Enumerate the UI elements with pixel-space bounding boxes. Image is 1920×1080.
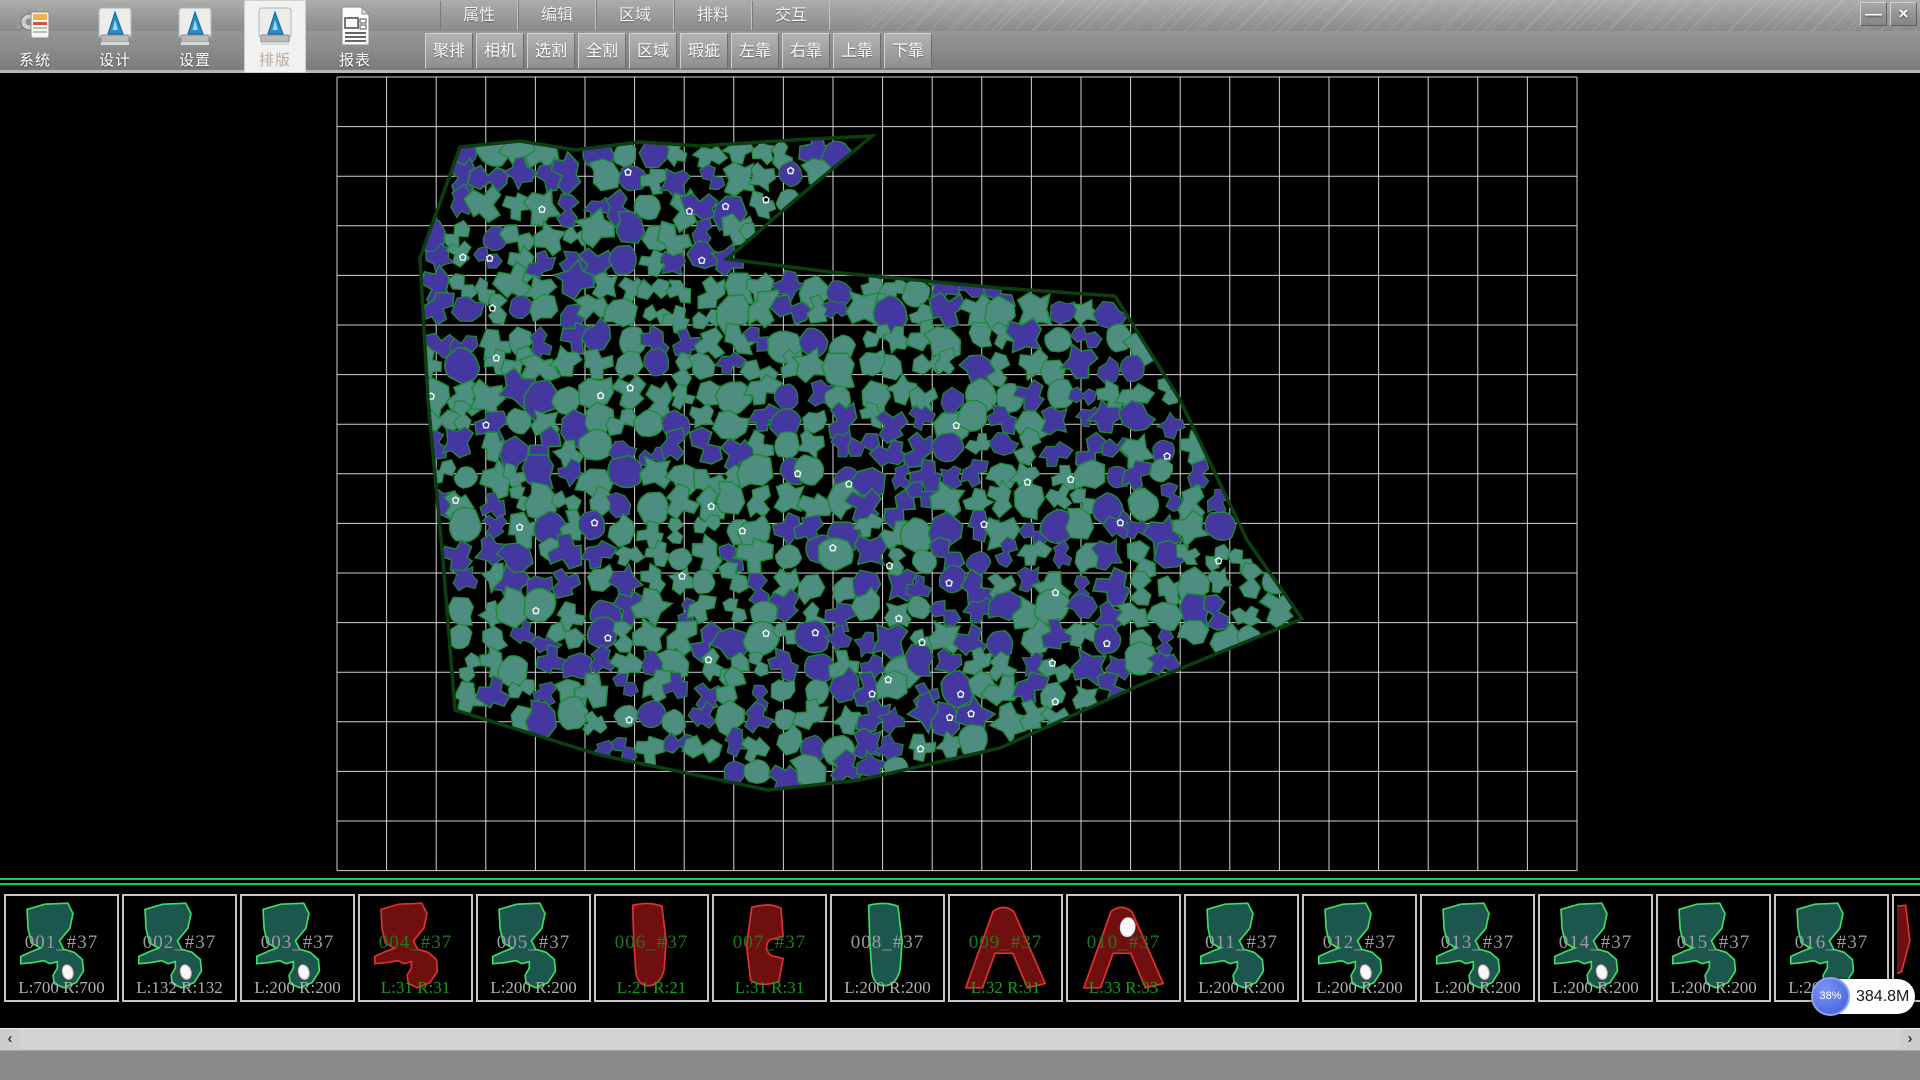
titlebar-grip-texture	[860, 0, 1920, 31]
piece-thumbnail-4[interactable]: 004_#37 L:31 R:31	[358, 894, 473, 1002]
menu-tab-0[interactable]: 属性	[440, 1, 518, 30]
nav-button-settings[interactable]: 设置	[164, 0, 226, 73]
piece-lr-count: L:200 R:200	[1422, 978, 1533, 998]
piece-thumbnail-9[interactable]: 009_#37 L:32 R:31	[948, 894, 1063, 1002]
window-controls: — ×	[1860, 2, 1917, 26]
piece-name: 012_#37	[1304, 932, 1415, 954]
nav-label-nesting: 排版	[244, 49, 306, 70]
piece-name: 016_#37	[1776, 932, 1887, 954]
piece-name: 011_#37	[1186, 932, 1297, 954]
nav-label-settings: 设置	[164, 49, 226, 70]
piece-name: 007_#37	[714, 932, 825, 954]
set-square-icon	[253, 4, 297, 48]
tool-button-row: 聚排相机选割全割区域瑕疵左靠右靠上靠下靠	[425, 33, 932, 69]
tool-button-7[interactable]: 右靠	[782, 33, 830, 69]
piece-thumbnail-2[interactable]: 002_#37 L:132 R:132	[122, 894, 237, 1002]
tool-button-1[interactable]: 相机	[476, 33, 524, 69]
nav-button-nesting[interactable]: 排版	[244, 0, 306, 73]
piece-name: 015_#37	[1658, 932, 1769, 954]
piece-lr-count: L:21 R:21	[596, 978, 707, 998]
memory-status-pill: 38% 384.8M	[1812, 979, 1915, 1014]
piece-name: 014_#37	[1540, 932, 1651, 954]
piece-name: 005_#37	[478, 932, 589, 954]
piece-name: 001_#37	[6, 932, 117, 954]
tool-button-4[interactable]: 区域	[629, 33, 677, 69]
piece-lr-count: L:200 R:200	[1658, 978, 1769, 998]
piece-name: 002_#37	[124, 932, 235, 954]
memory-usage-label: 384.8M	[1856, 979, 1909, 1014]
piece-thumbnail-7[interactable]: 007_#37 L:31 R:31	[712, 894, 827, 1002]
piece-name: 004_#37	[360, 932, 471, 954]
nav-button-design[interactable]: 设计	[84, 0, 146, 73]
close-button[interactable]: ×	[1890, 2, 1917, 26]
top-toolbar: 属性编辑区域排料交互 — × 系统设计设置排版报表 聚排相机选割全割区域瑕疵左靠…	[0, 0, 1920, 73]
piece-thumbnail-5[interactable]: 005_#37 L:200 R:200	[476, 894, 591, 1002]
piece-lr-count: L:200 R:200	[1186, 978, 1297, 998]
tool-button-0[interactable]: 聚排	[425, 33, 473, 69]
piece-thumbnail-11[interactable]: 011_#37 L:200 R:200	[1184, 894, 1299, 1002]
tool-button-9[interactable]: 下靠	[884, 33, 932, 69]
piece-lr-count: L:200 R:200	[1540, 978, 1651, 998]
menu-tab-2[interactable]: 区域	[596, 1, 674, 30]
menu-tab-1[interactable]: 编辑	[518, 1, 596, 30]
set-square-icon	[173, 4, 217, 48]
piece-name: 013_#37	[1422, 932, 1533, 954]
piece-thumbnail-13[interactable]: 013_#37 L:200 R:200	[1420, 894, 1535, 1002]
application-window: 属性编辑区域排料交互 — × 系统设计设置排版报表 聚排相机选割全割区域瑕疵左靠…	[0, 0, 1920, 1080]
nav-label-design: 设计	[84, 49, 146, 70]
status-bar	[0, 1050, 1920, 1080]
horizontal-scrollbar[interactable]: ‹ ›	[0, 1028, 1920, 1050]
tool-button-2[interactable]: 选割	[527, 33, 575, 69]
piece-lr-count: L:132 R:132	[124, 978, 235, 998]
gear-doc-icon	[13, 4, 57, 48]
tool-button-3[interactable]: 全割	[578, 33, 626, 69]
piece-thumbnail-14[interactable]: 014_#37 L:200 R:200	[1538, 894, 1653, 1002]
tool-button-5[interactable]: 瑕疵	[680, 33, 728, 69]
strip-divider-line	[0, 878, 1920, 880]
scroll-right-arrow[interactable]: ›	[1900, 1029, 1920, 1051]
progress-badge: 38%	[1811, 977, 1850, 1016]
piece-lr-count: L:200 R:200	[242, 978, 353, 998]
nesting-canvas-area[interactable]	[0, 73, 1920, 878]
piece-lr-count: L:200 R:200	[478, 978, 589, 998]
nav-button-report[interactable]: 报表	[324, 0, 386, 73]
tool-button-8[interactable]: 上靠	[833, 33, 881, 69]
set-square-icon	[93, 4, 137, 48]
minimize-button[interactable]: —	[1860, 2, 1887, 26]
scroll-left-arrow[interactable]: ‹	[0, 1029, 20, 1051]
piece-lr-count: L:31 R:31	[360, 978, 471, 998]
piece-thumbnail-1[interactable]: 001_#37 L:700 R:700	[4, 894, 119, 1002]
piece-lr-count: L:33 R:33	[1068, 978, 1179, 998]
main-nav-bar: 系统设计设置排版报表	[4, 0, 386, 73]
menu-tab-4[interactable]: 交互	[752, 1, 830, 30]
strip-divider-line	[0, 883, 1920, 885]
menu-tab-bar: 属性编辑区域排料交互	[440, 1, 830, 30]
piece-name: 009_#37	[950, 932, 1061, 954]
report-doc-icon	[333, 4, 377, 48]
piece-name: 003_#37	[242, 932, 353, 954]
piece-thumbnail-row: 001_#37L:700 R:700002_#37L:132 R:132003_…	[4, 894, 1920, 1002]
nesting-canvas[interactable]	[0, 73, 1920, 878]
piece-thumbnail-3[interactable]: 003_#37 L:200 R:200	[240, 894, 355, 1002]
piece-library-strip: 001_#37L:700 R:700002_#37L:132 R:132003_…	[0, 878, 1920, 1028]
nav-label-report: 报表	[324, 49, 386, 70]
piece-name: 008_#37	[832, 932, 943, 954]
piece-lr-count: L:700 R:700	[6, 978, 117, 998]
piece-thumbnail-15[interactable]: 015_#37 L:200 R:200	[1656, 894, 1771, 1002]
nav-label-system: 系统	[4, 49, 66, 70]
nested-pieces	[409, 125, 1304, 802]
nav-button-system[interactable]: 系统	[4, 0, 66, 73]
piece-name: 006_#37	[596, 932, 707, 954]
tool-button-6[interactable]: 左靠	[731, 33, 779, 69]
piece-lr-count: L:31 R:31	[714, 978, 825, 998]
piece-thumbnail-12[interactable]: 012_#37 L:200 R:200	[1302, 894, 1417, 1002]
piece-name: 010_#37	[1068, 932, 1179, 954]
piece-lr-count: L:32 R:31	[950, 978, 1061, 998]
menu-tab-3[interactable]: 排料	[674, 1, 752, 30]
piece-lr-count: L:200 R:200	[832, 978, 943, 998]
piece-thumbnail-6[interactable]: 006_#37 L:21 R:21	[594, 894, 709, 1002]
piece-thumbnail-8[interactable]: 008_#37 L:200 R:200	[830, 894, 945, 1002]
piece-lr-count: L:200 R:200	[1304, 978, 1415, 998]
piece-thumbnail-10[interactable]: 010_#37 L:33 R:33	[1066, 894, 1181, 1002]
